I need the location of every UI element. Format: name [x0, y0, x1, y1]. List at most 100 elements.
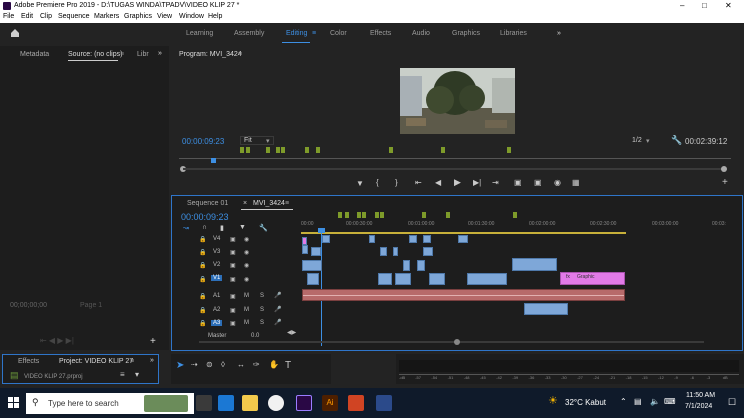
track-a3[interactable]: A3: [211, 320, 223, 326]
timeline-marker[interactable]: [375, 212, 379, 218]
tab-metadata[interactable]: Metadata: [20, 51, 49, 58]
workspace-color[interactable]: Color: [330, 30, 347, 37]
minimize-button[interactable]: –: [680, 1, 684, 10]
add-marker-tl-icon[interactable]: ▮: [220, 224, 224, 232]
workspace-effects[interactable]: Effects: [370, 30, 391, 37]
menu-sequence[interactable]: Sequence: [58, 13, 90, 20]
clip-v3[interactable]: [423, 247, 433, 256]
program-marker[interactable]: [281, 147, 285, 153]
step-back-icon[interactable]: ◀: [435, 178, 441, 187]
tab-effects[interactable]: Effects: [18, 358, 39, 365]
camera-icon[interactable]: ◉: [554, 178, 561, 187]
clip-v4[interactable]: [423, 235, 431, 243]
type-tool-icon[interactable]: T: [285, 360, 291, 371]
lock-icon[interactable]: 🔒: [199, 249, 206, 256]
maximize-button[interactable]: □: [702, 1, 707, 10]
network-icon[interactable]: ▤: [634, 397, 642, 406]
slip-icon[interactable]: ↔: [237, 360, 245, 369]
master-volume[interactable]: 0.0: [251, 333, 259, 339]
clip-v2[interactable]: [417, 260, 425, 271]
mute-button[interactable]: M: [244, 307, 249, 313]
lock-icon[interactable]: 🔒: [199, 236, 206, 243]
program-timecode[interactable]: 00:00:09:23: [182, 137, 224, 146]
premiere-taskbar-icon[interactable]: [296, 395, 312, 411]
eye-icon[interactable]: ◉: [244, 249, 249, 256]
program-add-button[interactable]: +: [722, 177, 728, 188]
track-a1[interactable]: A1: [211, 293, 222, 299]
graphic-clip[interactable]: fx Graphic: [560, 272, 625, 285]
sort-icon[interactable]: ▾: [135, 370, 139, 379]
program-marker[interactable]: [441, 147, 445, 153]
program-menu-icon[interactable]: ≡: [238, 51, 242, 58]
program-marker[interactable]: [240, 147, 244, 153]
list-view-icon[interactable]: ≡: [120, 370, 125, 379]
sync-icon[interactable]: ▣: [230, 276, 236, 283]
playhead-handle[interactable]: [318, 228, 325, 233]
timeline-marker[interactable]: [513, 212, 517, 218]
extract-icon[interactable]: ▣: [534, 178, 542, 187]
menu-window[interactable]: Window: [179, 13, 204, 20]
solo-button[interactable]: S: [260, 293, 264, 299]
language-icon[interactable]: ⌨: [664, 397, 676, 406]
clip-v4[interactable]: [322, 235, 330, 243]
program-scrub-bar[interactable]: [179, 158, 731, 159]
track-v2[interactable]: V2: [211, 262, 222, 268]
timeline-marker[interactable]: [357, 212, 361, 218]
solo-button[interactable]: S: [260, 307, 264, 313]
clip-v3[interactable]: [393, 247, 398, 256]
tab-project[interactable]: Project: VIDEO KLIP 27: [59, 358, 133, 365]
wrench-icon[interactable]: 🔧: [671, 135, 682, 146]
mark-out-icon[interactable]: }: [395, 178, 398, 187]
program-zoom-handle-end[interactable]: [721, 166, 727, 172]
clip-v4[interactable]: [458, 235, 468, 243]
clock-date[interactable]: 7/1/2024: [685, 403, 712, 410]
ripple-edit-icon[interactable]: ⊜: [206, 360, 213, 369]
source-panel-menu-icon[interactable]: ≡: [120, 51, 124, 58]
clip-v3[interactable]: [311, 247, 321, 256]
menu-markers[interactable]: Markers: [94, 13, 119, 20]
add-marker-icon[interactable]: ▼: [356, 179, 364, 188]
play-icon[interactable]: ▶: [454, 177, 461, 188]
lock-icon[interactable]: ▤: [10, 370, 19, 381]
sync-icon[interactable]: ▣: [230, 262, 236, 269]
button-editor-icon[interactable]: ▦: [572, 178, 580, 187]
timeline-marker[interactable]: [362, 212, 366, 218]
program-marker[interactable]: [246, 147, 250, 153]
powerpoint-icon[interactable]: [348, 395, 364, 411]
solo-button[interactable]: S: [260, 320, 264, 326]
work-area-bar[interactable]: [301, 232, 626, 234]
mail-app-icon[interactable]: [218, 395, 234, 411]
timeline-scroll-handle[interactable]: [454, 339, 460, 345]
clip-v4[interactable]: [409, 235, 417, 243]
sync-icon[interactable]: ▣: [230, 320, 236, 327]
timeline-marker[interactable]: [422, 212, 426, 218]
menu-view[interactable]: View: [157, 13, 172, 20]
step-forward-icon[interactable]: ▶|: [473, 178, 481, 187]
file-explorer-icon[interactable]: [242, 395, 258, 411]
clip-v1[interactable]: [467, 273, 507, 285]
lock-icon[interactable]: 🔒: [199, 262, 206, 269]
timeline-scroll[interactable]: [191, 345, 199, 350]
menu-clip[interactable]: Clip: [40, 13, 52, 20]
sync-icon[interactable]: ▣: [230, 307, 236, 314]
program-playhead[interactable]: [211, 158, 216, 163]
sync-icon[interactable]: ▣: [230, 236, 236, 243]
mark-in-icon[interactable]: {: [376, 178, 379, 187]
workspace-assembly[interactable]: Assembly: [234, 30, 264, 37]
lift-icon[interactable]: ▣: [514, 178, 522, 187]
selection-tool-icon[interactable]: ➤: [176, 360, 184, 371]
timeline-wrench-icon[interactable]: 🔧: [259, 224, 268, 232]
timeline-marker[interactable]: [338, 212, 342, 218]
clip-v1[interactable]: [307, 273, 319, 285]
workspace-more-icon[interactable]: »: [557, 30, 561, 37]
eye-icon[interactable]: ◉: [244, 262, 249, 269]
taskbar-search-field[interactable]: ⚲ Type here to search: [26, 393, 194, 414]
marker-icon[interactable]: ▼: [239, 224, 246, 231]
eye-icon[interactable]: ◉: [244, 276, 249, 283]
track-v3[interactable]: V3: [211, 249, 222, 255]
tab-close-icon[interactable]: ×: [243, 200, 247, 207]
lock-icon[interactable]: 🔒: [199, 320, 206, 327]
clip-v4[interactable]: [369, 235, 375, 243]
mute-button[interactable]: M: [244, 293, 249, 299]
clip-v2[interactable]: [302, 260, 322, 271]
